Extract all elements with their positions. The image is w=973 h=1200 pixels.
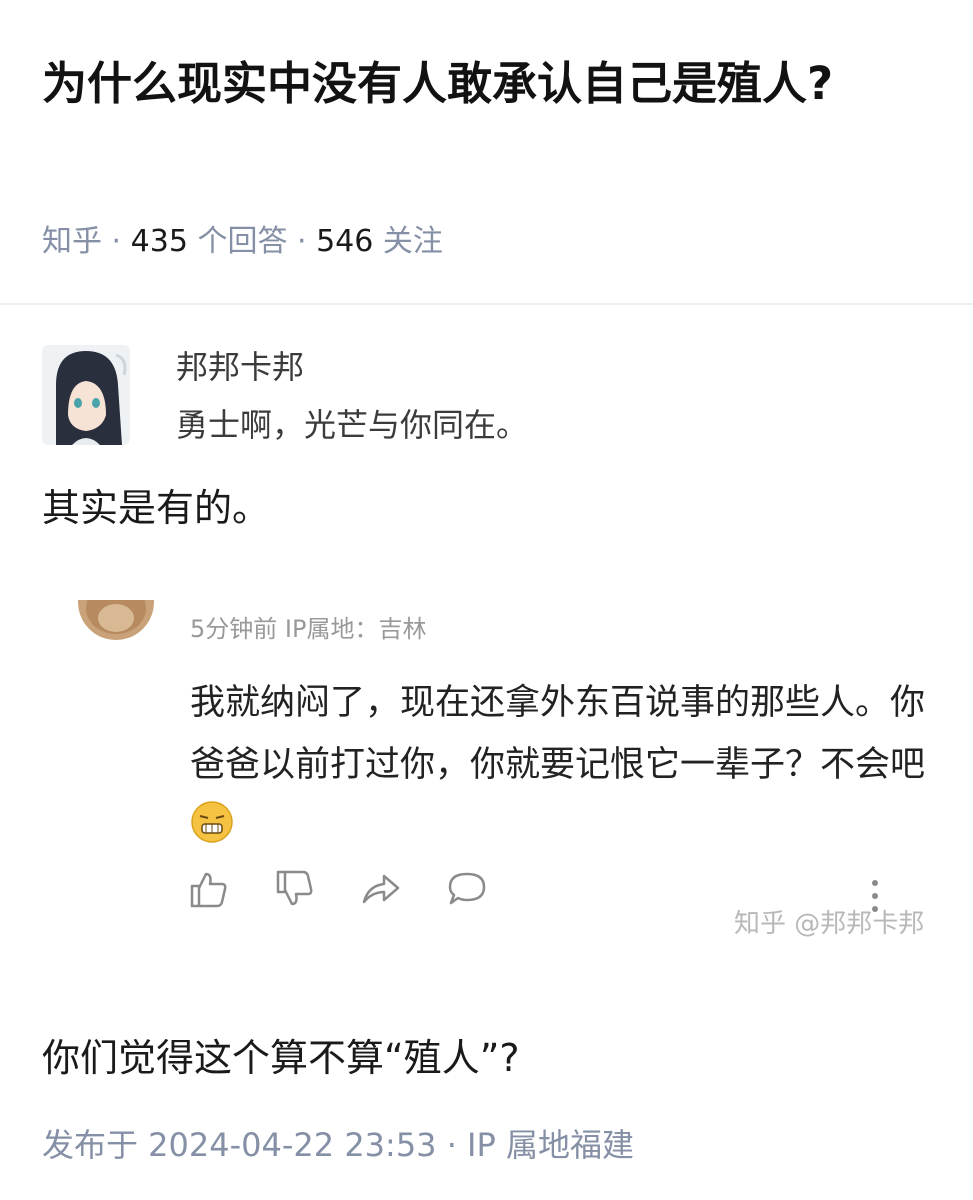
answer-paragraph: 你们觉得这个算不算“殖人”?: [42, 1036, 520, 1080]
embedded-comment-screenshot: 5分钟前 IP属地：吉林 我就纳闷了，现在还拿外东百说事的那些人。你爸爸以前打过…: [70, 600, 950, 960]
commenter-avatar: [78, 600, 154, 640]
answer-count: 435: [130, 224, 188, 259]
question-header: 为什么现实中没有人敢承认自己是殖人? 知乎 · 435 个回答 · 546 关注: [0, 0, 973, 303]
comment-meta: 5分钟前 IP属地：吉林: [190, 615, 427, 643]
answer-paragraph: 其实是有的。: [42, 486, 271, 530]
dislike-icon[interactable]: [274, 868, 316, 910]
follow-label[interactable]: 关注: [383, 224, 443, 259]
follow-count: 546: [316, 224, 374, 259]
publish-info: 发布于 2024-04-22 23:53 · IP 属地福建: [42, 1126, 634, 1164]
author-bio: 勇士啊，光芒与你同在。: [176, 406, 529, 444]
share-icon[interactable]: [360, 868, 402, 910]
author-name[interactable]: 邦邦卡邦: [176, 345, 304, 389]
question-meta: 知乎 · 435 个回答 · 546 关注: [42, 222, 443, 262]
grimace-emoji-icon: [190, 800, 234, 864]
watermark: 知乎 @邦邦卡邦: [734, 909, 925, 939]
avatar[interactable]: [42, 345, 130, 445]
meta-separator: ·: [111, 224, 122, 259]
source-label[interactable]: 知乎: [42, 224, 102, 259]
comment-text-content: 我就纳闷了，现在还拿外东百说事的那些人。你爸爸以前打过你，你就要记恨它一辈子？不…: [190, 683, 926, 785]
like-icon[interactable]: [188, 868, 230, 910]
comment-text: 我就纳闷了，现在还拿外东百说事的那些人。你爸爸以前打过你，你就要记恨它一辈子？不…: [190, 672, 930, 864]
comment-icon[interactable]: [446, 868, 488, 910]
answer-count-label[interactable]: 个回答: [197, 224, 287, 259]
section-divider: [0, 303, 973, 305]
meta-separator: ·: [297, 224, 307, 259]
question-title[interactable]: 为什么现实中没有人敢承认自己是殖人?: [42, 40, 922, 128]
